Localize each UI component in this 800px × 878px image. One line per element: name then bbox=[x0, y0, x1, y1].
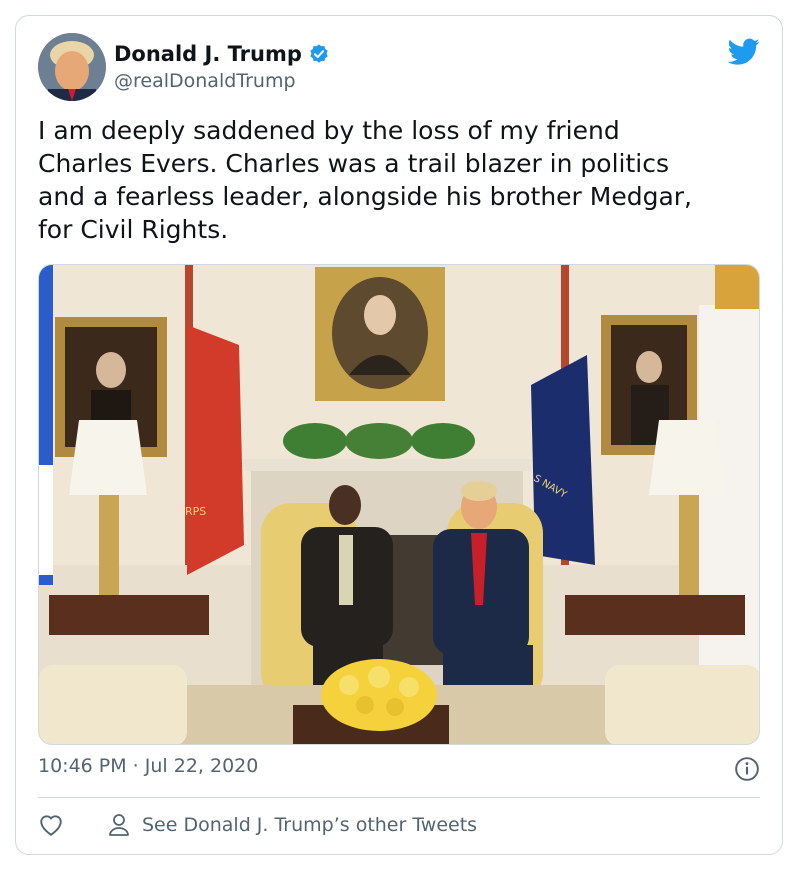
tweet-text-line: Charles Evers. Charles was a trail blaze… bbox=[38, 149, 669, 178]
see-other-tweets-link[interactable]: See Donald J. Trump’s other Tweets bbox=[142, 814, 477, 836]
author-name[interactable]: Donald J. Trump bbox=[114, 42, 302, 66]
tweet-text-line: for Civil Rights. bbox=[38, 215, 229, 244]
verified-badge-icon bbox=[310, 44, 328, 63]
heart-icon[interactable] bbox=[38, 813, 64, 837]
tweet-photo[interactable]: RPS S NAVY bbox=[38, 264, 760, 745]
tweet-text-line: I am deeply saddened by the loss of my f… bbox=[38, 116, 620, 145]
oval-office-photo: RPS S NAVY bbox=[39, 265, 759, 744]
author-handle[interactable]: @realDonaldTrump bbox=[114, 70, 296, 92]
flag-left-text: RPS bbox=[185, 505, 206, 518]
author-avatar[interactable] bbox=[38, 33, 106, 101]
avatar-image bbox=[38, 33, 106, 101]
tweet-card: Donald J. Trump @realDonaldTrump I am de… bbox=[15, 15, 783, 855]
tweet-timestamp[interactable]: 10:46 PM · Jul 22, 2020 bbox=[38, 755, 258, 777]
twitter-bird-icon[interactable] bbox=[728, 38, 760, 66]
person-icon bbox=[109, 814, 129, 836]
tweet-actions: See Donald J. Trump’s other Tweets bbox=[38, 813, 477, 837]
divider bbox=[38, 797, 760, 798]
tweet-text-line: and a fearless leader, alongside his bro… bbox=[38, 182, 693, 211]
tweet-text: I am deeply saddened by the loss of my f… bbox=[38, 114, 758, 246]
info-icon[interactable] bbox=[734, 756, 760, 782]
